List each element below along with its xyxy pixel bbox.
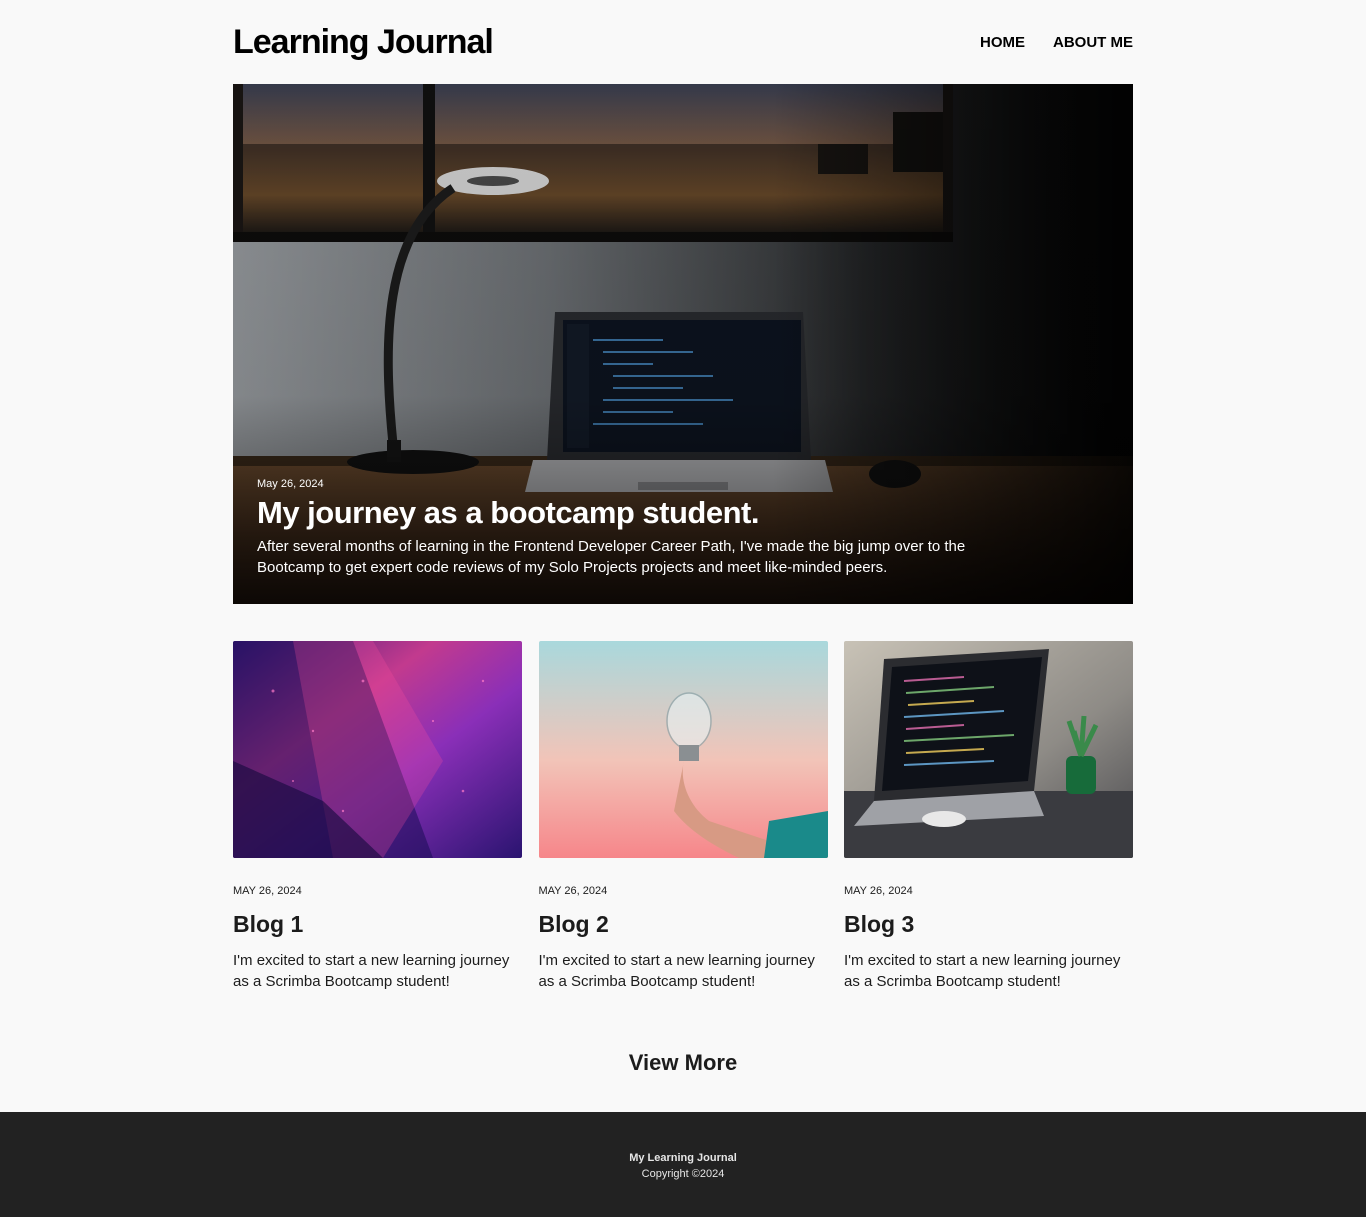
blog-date: MAY 26, 2024 bbox=[233, 885, 302, 897]
hero-text: May 26, 2024 My journey as a bootcamp st… bbox=[233, 478, 1133, 604]
blog-description: I'm excited to start a new learning jour… bbox=[233, 952, 510, 990]
blog-description: I'm excited to start a new learning jour… bbox=[844, 952, 1121, 990]
site-title[interactable]: Learning Journal bbox=[233, 23, 494, 62]
view-more-container: View More bbox=[233, 1050, 1133, 1076]
hero-date: May 26, 2024 bbox=[257, 477, 324, 490]
hero-description: After several months of learning in the … bbox=[257, 538, 966, 576]
hero-post[interactable]: May 26, 2024 My journey as a bootcamp st… bbox=[233, 84, 1133, 604]
blog-card[interactable]: MAY 26, 2024 Blog 3 I'm excited to start… bbox=[844, 641, 1133, 992]
nav-about-me-link[interactable]: ABOUT ME bbox=[1053, 34, 1133, 51]
blog-title[interactable]: Blog 2 bbox=[539, 911, 828, 938]
nav-home-link[interactable]: HOME bbox=[980, 34, 1025, 51]
blog-card[interactable]: MAY 26, 2024 Blog 1 I'm excited to start… bbox=[233, 641, 522, 992]
blog-card[interactable]: MAY 26, 2024 Blog 2 I'm excited to start… bbox=[538, 641, 828, 992]
footer-title: My Learning Journal bbox=[629, 1152, 737, 1164]
site-header: Learning Journal HOME ABOUT ME bbox=[233, 0, 1133, 84]
footer-copyright: Copyright ©2024 bbox=[641, 1168, 725, 1180]
blog-description: I'm excited to start a new learning jour… bbox=[538, 952, 815, 990]
blog-date: MAY 26, 2024 bbox=[538, 885, 608, 897]
blog-image-lightbulb bbox=[538, 641, 828, 858]
main-nav: HOME ABOUT ME bbox=[980, 34, 1133, 51]
blog-date: MAY 26, 2024 bbox=[844, 885, 913, 897]
blog-title[interactable]: Blog 1 bbox=[233, 911, 522, 938]
blog-title[interactable]: Blog 3 bbox=[844, 911, 1133, 938]
hero-title[interactable]: My journey as a bootcamp student. bbox=[257, 495, 1109, 530]
blog-post-list: MAY 26, 2024 Blog 1 I'm excited to start… bbox=[233, 641, 1133, 992]
view-more-button[interactable]: View More bbox=[629, 1050, 737, 1076]
blog-image-laptop-code bbox=[844, 641, 1133, 858]
site-footer: My Learning Journal Copyright ©2024 bbox=[0, 1112, 1366, 1217]
blog-image-purple-neon bbox=[233, 641, 522, 858]
